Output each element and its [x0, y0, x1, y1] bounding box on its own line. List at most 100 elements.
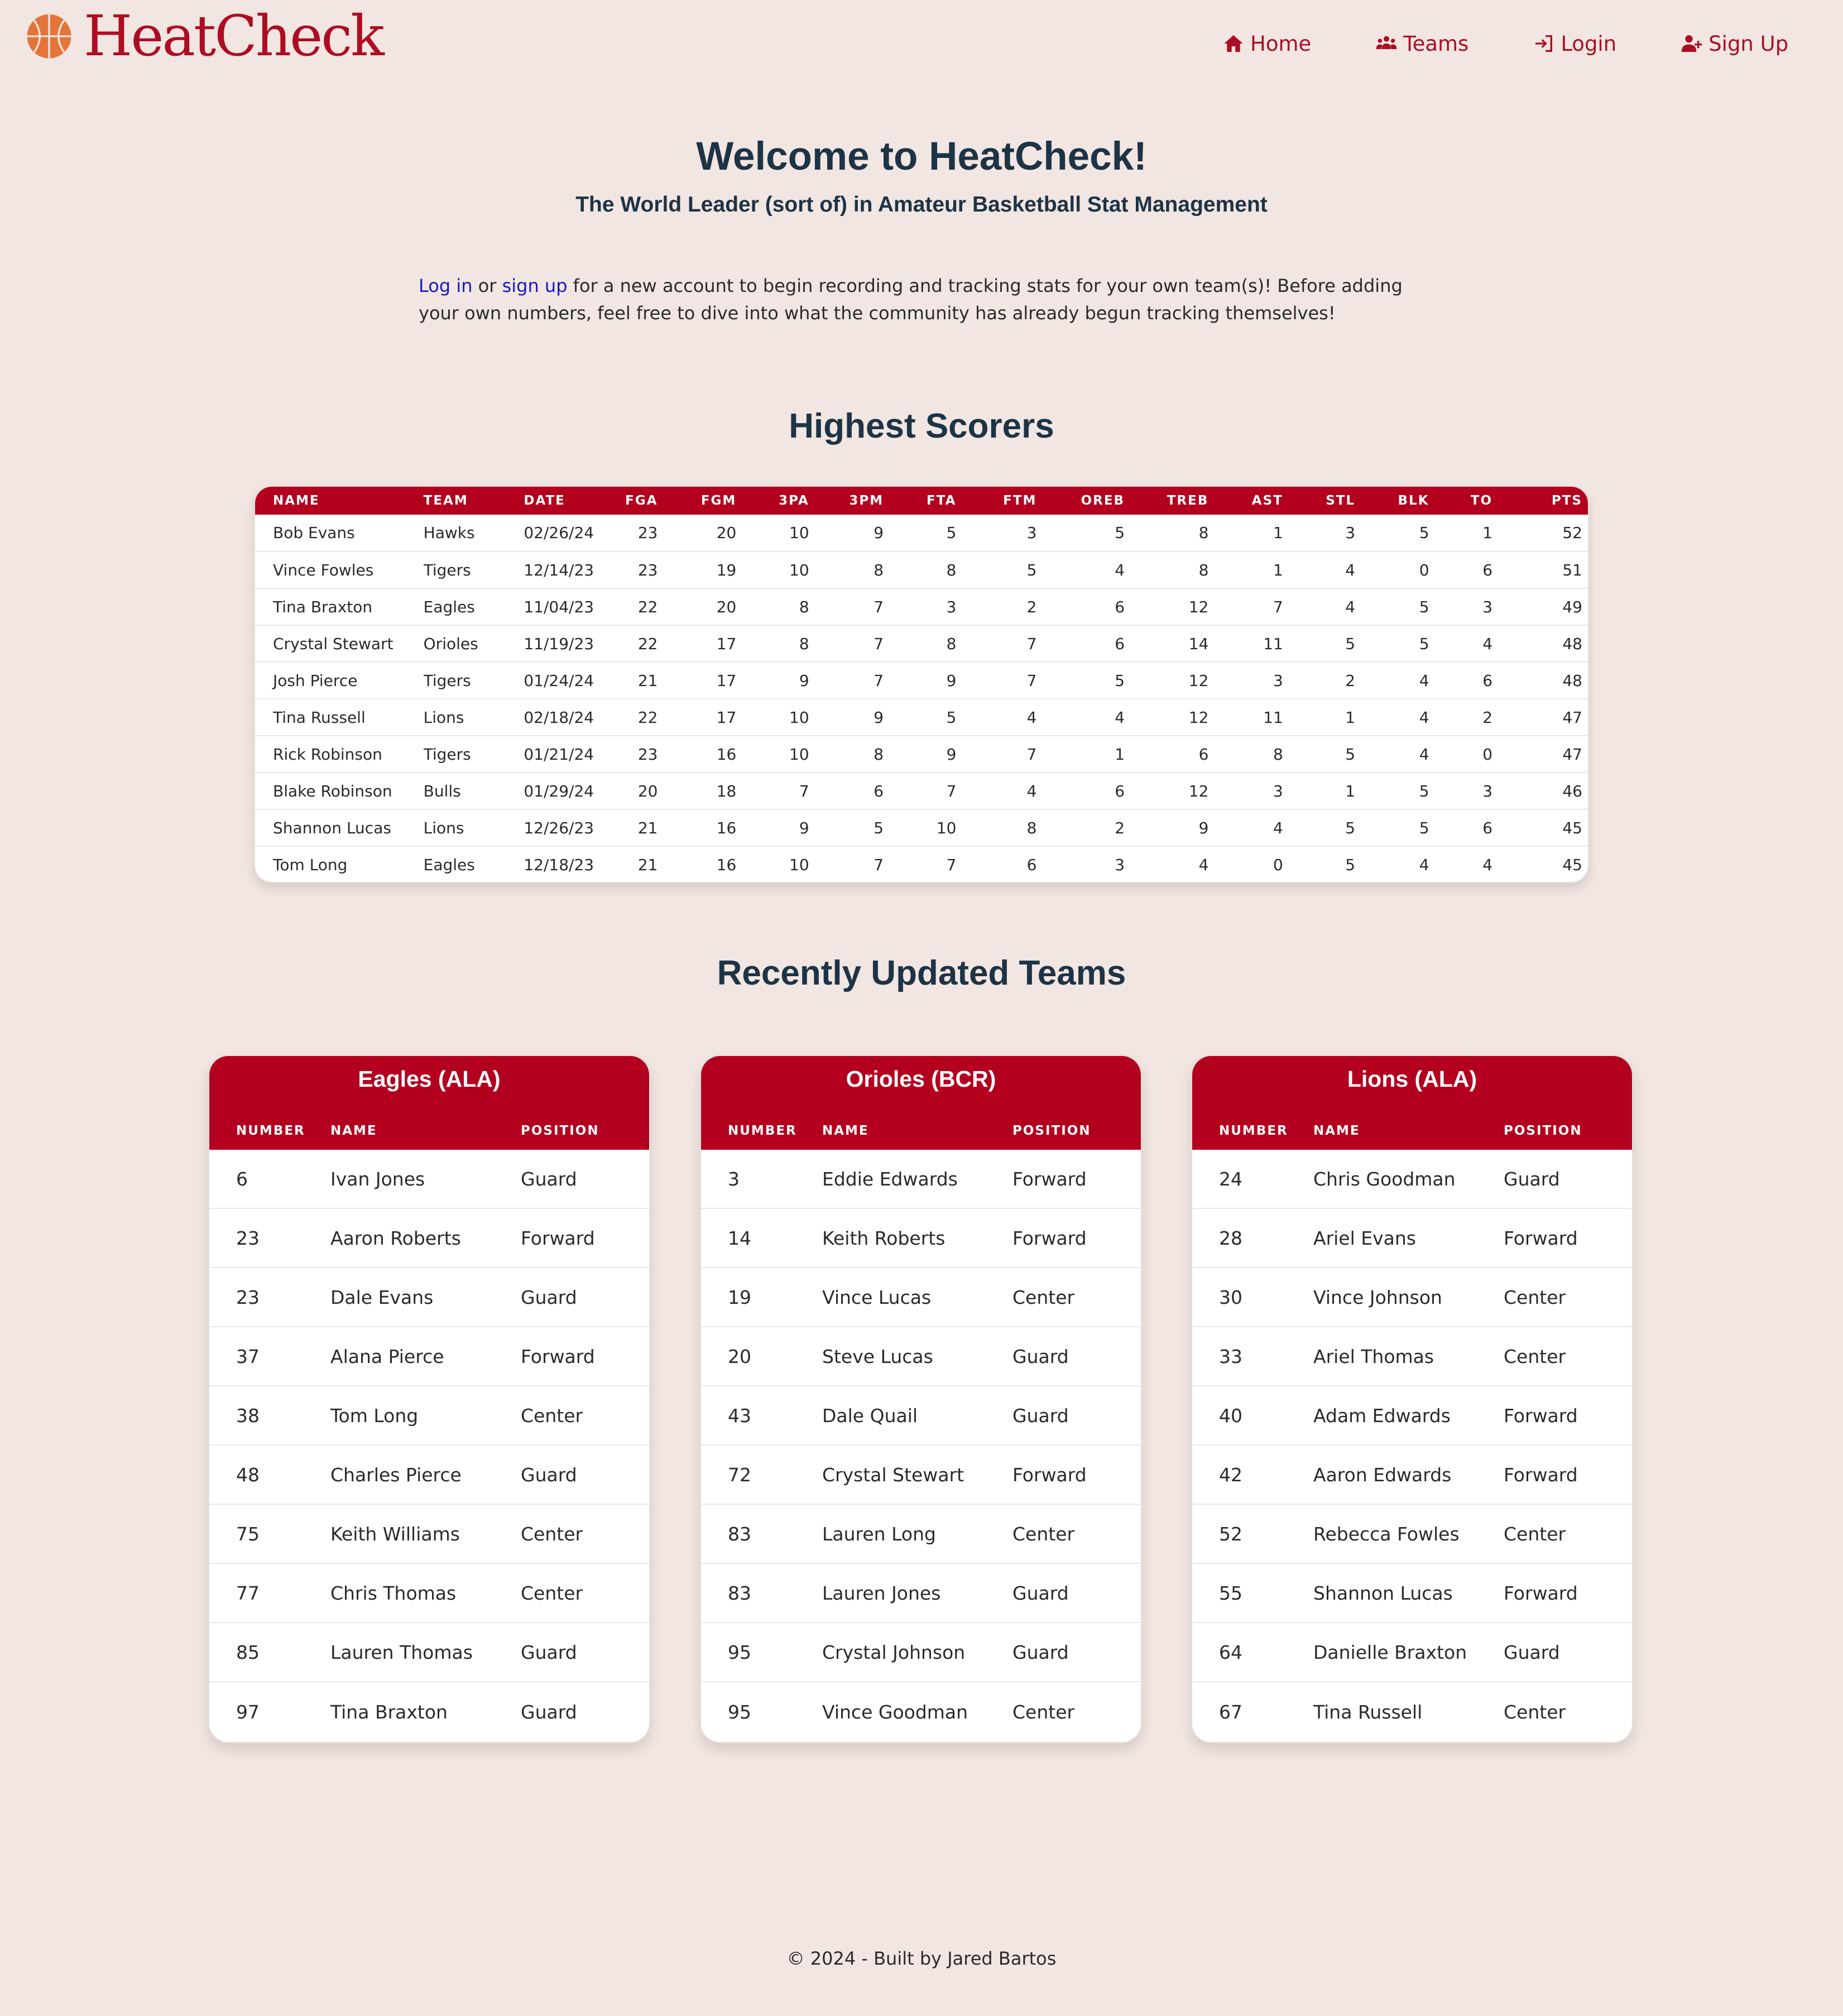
player-number: 95 [728, 1641, 751, 1663]
scorer-cell: 8 [962, 809, 1043, 847]
scorers-col-6: 3PM [814, 487, 890, 515]
scorer-cell: 7 [814, 625, 890, 663]
team-card: Lions (ALA) NUMBER NAME POSITION 24 Chris Goo… [1191, 1055, 1633, 1743]
scorer-cell: 5 [962, 551, 1043, 589]
player-name: Shannon Lucas [1313, 1582, 1453, 1604]
team-col-header: NAME [822, 1124, 869, 1138]
scorer-cell: 2 [1288, 662, 1361, 699]
player-position: Center [521, 1404, 583, 1427]
scorer-cell: 4 [1434, 625, 1499, 663]
login-link[interactable]: Log in [419, 275, 473, 296]
recent-teams-title: Recently Updated Teams [717, 954, 1126, 992]
scorer-cell: Eagles [423, 588, 524, 626]
scorer-cell: 9 [889, 662, 962, 699]
player-position: Guard [521, 1463, 577, 1486]
scorer-cell: 1 [1288, 699, 1361, 736]
scorer-cell: 49 [1498, 588, 1588, 626]
player-position: Center [1012, 1523, 1075, 1545]
scorer-cell: Bulls [423, 772, 524, 810]
scorer-cell: Crystal Stewart [255, 625, 424, 663]
nav-teams-link[interactable]: Teams [1375, 32, 1468, 56]
player-position: Center [1504, 1345, 1566, 1367]
scorer-cell: 1 [1214, 551, 1289, 589]
player-name: Ivan Jones [330, 1168, 425, 1190]
scorer-cell: 01/29/24 [524, 772, 617, 810]
player-name: Aaron Edwards [1313, 1463, 1452, 1486]
scorers-col-4: FGM [663, 487, 742, 515]
scorers-col-5: 3PA [742, 487, 815, 515]
player-number: 30 [1219, 1286, 1242, 1308]
scorer-cell: 4 [1042, 551, 1131, 589]
team-name[interactable]: Eagles (ALA) [209, 1056, 649, 1112]
scorer-row: Tina Russell Lions 02/18/24 22 17 10 9 5 4 4 12 11 1… [255, 699, 1588, 736]
player-position: Forward [521, 1227, 595, 1249]
player-number: 72 [728, 1463, 751, 1486]
scorer-cell: 0 [1434, 736, 1499, 773]
login-icon [1535, 35, 1553, 52]
scorer-cell: 17 [663, 699, 742, 736]
player-position: Guard [1012, 1404, 1069, 1427]
scorer-cell: 1 [1434, 515, 1499, 552]
scorer-cell: 8 [742, 625, 815, 663]
player-name: Tina Braxton [330, 1701, 448, 1723]
team-col-header: POSITION [521, 1124, 599, 1138]
signup-link[interactable]: sign up [502, 275, 568, 296]
scorer-cell: 6 [1434, 551, 1499, 589]
scorers-col-15: PTS [1498, 487, 1588, 515]
scorer-cell: 8 [889, 551, 962, 589]
scorer-cell: 12 [1130, 588, 1215, 626]
player-position: Forward [1504, 1227, 1578, 1249]
team-name[interactable]: Lions (ALA) [1192, 1056, 1632, 1112]
scorer-row: Vince Fowles Tigers 12/14/23 23 19 10 8 8 5 4 8 1 4 0… [255, 551, 1588, 589]
scorer-cell: Tom Long [273, 856, 348, 874]
player-row: 72 Crystal Stewart Forward [701, 1446, 1141, 1505]
scorer-cell: 19 [663, 551, 742, 589]
scorer-cell: 7 [962, 625, 1043, 663]
player-number: 43 [728, 1404, 751, 1427]
nav-home-link[interactable]: Home [1222, 32, 1311, 56]
player-position: Guard [1012, 1582, 1069, 1604]
main-nav: Home Teams Login Sign Up [1222, 27, 1788, 60]
team-name[interactable]: Orioles (BCR) [701, 1056, 1141, 1112]
player-name: Lauren Long [822, 1523, 936, 1545]
scorer-cell: 7 [962, 662, 1043, 699]
nav-login-link[interactable]: Login [1533, 32, 1616, 56]
teams-icon [1376, 36, 1397, 49]
team-col-header: NUMBER [1219, 1124, 1288, 1138]
scorer-cell: 23 [616, 736, 664, 773]
scorer-cell: 11/19/23 [524, 625, 617, 663]
player-number: 97 [236, 1701, 260, 1723]
scorer-cell: 7 [742, 772, 815, 810]
page-title: Welcome to HeatCheck! [696, 135, 1147, 179]
team-col-header: NAME [330, 1124, 377, 1138]
player-number: 24 [1219, 1168, 1242, 1190]
player-name: Crystal Stewart [822, 1463, 964, 1486]
player-position: Guard [521, 1168, 577, 1190]
player-row: 64 Danielle Braxton Guard [1192, 1623, 1632, 1682]
nav-signup-link[interactable]: Sign Up [1681, 32, 1788, 56]
scorer-cell: 9 [1130, 809, 1215, 847]
player-name: Keith Williams [330, 1523, 460, 1545]
player-position: Guard [521, 1641, 577, 1663]
scorer-cell: 5 [1288, 625, 1361, 663]
scorer-cell: 4 [1482, 856, 1493, 874]
scorer-cell: Bob Evans [255, 515, 424, 552]
team-col-header: NAME [1313, 1124, 1360, 1138]
scorers-header-row: NAME TEAM DATE FGA FGM 3PA 3PM FTA FTM OREB TREB AS… [255, 487, 1588, 515]
scorer-cell: 47 [1498, 699, 1588, 736]
player-position: Center [1012, 1701, 1075, 1723]
scorer-cell: 9 [814, 699, 890, 736]
team-card: Eagles (ALA) NUMBER NAME POSITION 6 Ivan Jone… [208, 1055, 650, 1743]
scorer-cell: 23 [616, 551, 664, 589]
scorer-cell: 10 [889, 809, 962, 847]
player-row: 77 Chris Thomas Center [209, 1564, 649, 1623]
highest-scorers-table: NAME TEAM DATE FGA FGM 3PA 3PM FTA FTM OREB TREB AS… [254, 486, 1589, 883]
player-row: 52 Rebecca Fowles Center [1192, 1505, 1632, 1564]
player-position: Guard [1012, 1641, 1069, 1663]
player-name: Ariel Evans [1313, 1227, 1416, 1249]
player-name: Keith Roberts [822, 1227, 946, 1249]
scorer-cell: 8 [1130, 551, 1215, 589]
player-position: Guard [1504, 1168, 1560, 1190]
brand-logo[interactable]: HeatCheck [26, 7, 385, 65]
scorer-cell: 12 [1130, 699, 1215, 736]
